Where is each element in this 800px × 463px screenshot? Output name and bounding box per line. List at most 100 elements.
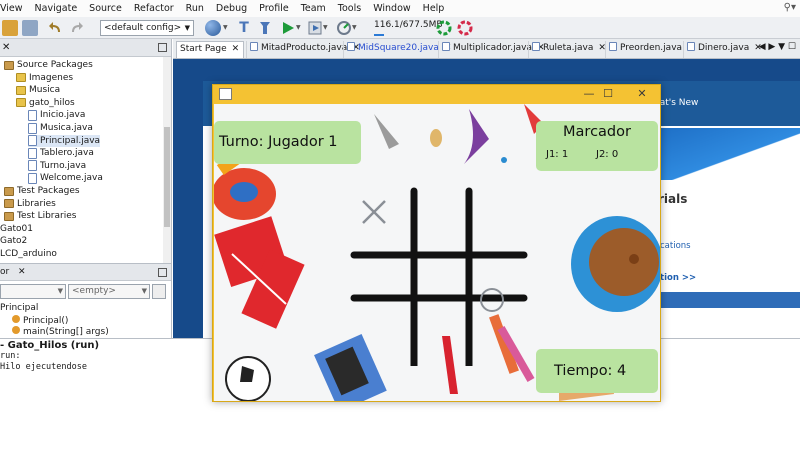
menu-profile[interactable]: Profile [253,3,295,14]
close-icon[interactable]: ✕ [18,267,26,277]
tree-item-label: Welcome.java [40,173,103,184]
tree-item[interactable]: Gato01 [0,223,33,235]
board-cell[interactable] [416,282,456,318]
tree-item[interactable]: Tablero.java [28,147,94,159]
editor-tab[interactable]: Dinero.java ✕ [683,41,762,58]
minimize-window-icon[interactable] [158,268,167,277]
gc-stop-icon[interactable] [457,20,473,36]
scrollbar-thumb[interactable] [164,127,170,227]
navigator-panel: or ✕ ▼ <empty> ▼ Principal Principal() ma… [0,263,172,338]
menu-tools[interactable]: Tools [332,3,367,14]
editor-tab[interactable]: MitadProducto.java ✕ [246,41,360,58]
tree-item-label: Libraries [17,198,56,209]
applications-link[interactable]: cations [660,241,691,251]
clean-build-icon[interactable] [257,20,273,36]
board-cell[interactable] [416,194,456,230]
navigator-item-main[interactable]: main(String[] args) [12,326,109,337]
close-icon[interactable]: ✕ [2,42,10,53]
projects-scrollbar[interactable] [163,57,171,263]
turno-label: Turno: Jugador 1 [214,121,361,164]
editor-tab[interactable]: Multiplicador.java ✕ [438,41,545,58]
board-cell[interactable] [354,238,394,274]
build-hammer-icon[interactable]: T [236,20,252,36]
output-tab-title[interactable]: - Gato_Hilos (run) [0,340,99,351]
board-cell[interactable] [416,238,456,274]
search-icon[interactable]: ⚲▾ [784,2,796,13]
tree-item[interactable]: Source Packages [4,59,93,71]
menu-source[interactable]: Source [83,3,128,14]
tab-navigation-icons[interactable]: ◀ ▶ ▼ ☐ [759,42,796,52]
tree-item[interactable]: Libraries [4,198,56,210]
tree-item[interactable]: Principal.java [28,134,101,147]
more-link[interactable]: tion >> [660,273,696,283]
board-cell[interactable] [472,282,512,318]
navigator-item-constructor[interactable]: Principal() [12,315,68,326]
java-file-icon [28,109,37,121]
navigator-view-select[interactable]: ▼ [0,284,66,299]
run-icon[interactable] [280,20,296,36]
output-line: run: [0,351,21,361]
debug-icon[interactable] [307,20,323,36]
menu-view[interactable]: View [0,3,29,14]
tree-item-label: Test Libraries [17,211,77,222]
game-window-titlebar[interactable]: — ☐ ✕ [213,85,662,104]
menu-refactor[interactable]: Refactor [128,3,180,14]
tree-item[interactable]: Imagenes [16,72,73,84]
folder-icon [4,60,14,70]
tree-item[interactable]: LCD_arduino [0,248,57,260]
projects-panel-tab[interactable]: ✕ [0,39,171,57]
undo-icon[interactable] [48,20,64,36]
editor-tab[interactable]: Preorden.java✕ [605,41,695,58]
editor-tab[interactable]: MidSquare20.java✕ [343,41,451,58]
editor-tab-label: MidSquare20.java [358,43,439,53]
menu-help[interactable]: Help [417,3,451,14]
new-project-icon[interactable] [2,20,18,36]
menu-run[interactable]: Run [180,3,210,14]
tree-item[interactable]: Gato2 [0,235,27,247]
java-app-icon [219,88,232,100]
gc-icon[interactable] [436,20,452,36]
close-button[interactable]: ✕ [626,86,658,102]
navigator-filter-select[interactable]: <empty> ▼ [68,284,150,299]
tree-item[interactable]: Musica [16,84,60,96]
o-mark-icon [480,288,504,312]
memory-indicator[interactable]: 116.1/677.5MB [374,19,443,36]
redo-icon[interactable] [68,20,84,36]
menu-navigate[interactable]: Navigate [29,3,84,14]
editor-tab-label: Multiplicador.java [453,43,532,53]
start-page-banner [656,128,800,180]
navigator-options-button[interactable] [152,284,166,299]
minimize-window-icon[interactable] [158,43,167,52]
profile-dropdown-icon[interactable]: ▼ [352,20,368,36]
config-select[interactable]: <default config> ▼ [100,20,194,36]
tree-item[interactable]: Turno.java [28,160,86,172]
save-all-icon[interactable] [22,20,38,36]
menu-team[interactable]: Team [295,3,332,14]
editor-tab[interactable]: Ruleta.java ✕ [528,41,606,58]
tree-item[interactable]: Inicio.java [28,109,85,121]
menu-window[interactable]: Window [367,3,416,14]
globe-icon[interactable] [205,20,221,36]
tree-item[interactable]: gato_hilos [16,97,75,109]
board-cell[interactable] [354,194,394,230]
tree-item[interactable]: Test Packages [4,185,80,197]
menu-bar: View Navigate Source Refactor Run Debug Profil… [0,0,800,17]
maximize-button[interactable]: ☐ [592,86,624,102]
library-icon [4,211,14,221]
board-cell[interactable] [354,282,394,318]
navigator-item-class[interactable]: Principal [0,303,38,313]
profile-icon[interactable] [336,20,352,36]
projects-panel: ✕ Source Packages Imagenes Musica gato_hilo… [0,39,172,263]
package-icon [16,85,26,95]
tree-item[interactable]: Musica.java [28,122,93,134]
tree-item[interactable]: Test Libraries [4,210,76,222]
navigator-panel-tab[interactable]: or ✕ [0,264,171,281]
board-cell[interactable] [472,194,512,230]
menu-debug[interactable]: Debug [210,3,253,14]
x-mark-icon [362,200,386,224]
board-cell[interactable] [472,238,512,274]
editor-tab-label: Dinero.java [698,43,750,53]
close-tab-icon[interactable]: ✕ [232,44,240,54]
tree-item[interactable]: Welcome.java [28,172,103,184]
editor-tab[interactable]: Start Page ✕ [176,41,244,58]
